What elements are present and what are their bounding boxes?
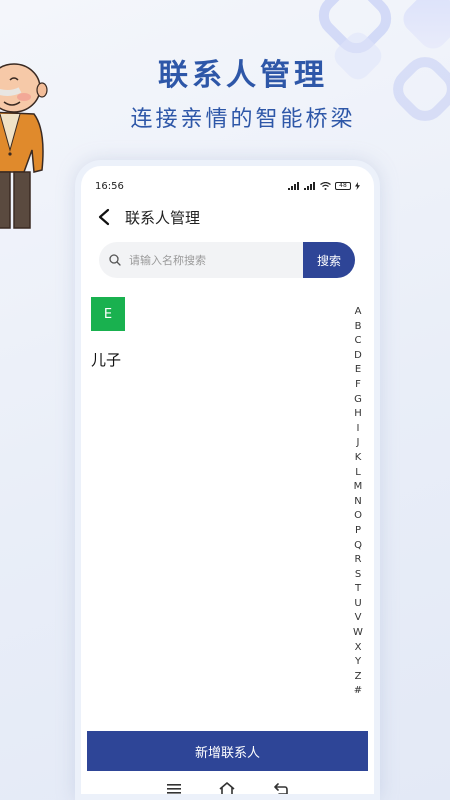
battery-icon: 48: [335, 182, 351, 190]
home-icon[interactable]: [215, 777, 239, 794]
signal-icon: [304, 182, 315, 190]
promo-title: 联系人管理: [158, 58, 328, 93]
index-letter[interactable]: F: [355, 378, 361, 393]
add-contact-button[interactable]: 新增联系人: [87, 731, 368, 771]
search-button[interactable]: 搜索: [303, 242, 355, 278]
chevron-left-icon[interactable]: [93, 206, 115, 228]
charging-icon: [355, 182, 360, 190]
index-letter[interactable]: N: [354, 495, 361, 510]
index-letter[interactable]: P: [355, 524, 361, 539]
status-bar: 16:56 48: [95, 178, 360, 194]
grandpa-illustration: [0, 63, 48, 229]
index-letter[interactable]: G: [354, 393, 362, 408]
index-letter[interactable]: C: [355, 334, 362, 349]
index-letter[interactable]: K: [355, 451, 362, 466]
index-letter[interactable]: Y: [355, 655, 361, 670]
index-letter[interactable]: R: [355, 553, 362, 568]
index-letter[interactable]: U: [354, 597, 361, 612]
status-icons: 48: [288, 182, 360, 190]
index-letter[interactable]: B: [355, 320, 362, 335]
index-letter[interactable]: O: [354, 509, 362, 524]
menu-icon[interactable]: [162, 777, 186, 794]
group-letter-badge: E: [91, 297, 125, 331]
wifi-icon: [320, 182, 331, 190]
search-icon: [109, 254, 121, 266]
index-letter[interactable]: M: [354, 480, 363, 495]
index-letter[interactable]: J: [357, 436, 360, 451]
index-letter[interactable]: W: [353, 626, 363, 641]
index-letter[interactable]: Q: [354, 539, 362, 554]
index-letter[interactable]: X: [355, 641, 362, 656]
index-letter[interactable]: A: [355, 305, 362, 320]
index-letter[interactable]: #: [354, 684, 362, 699]
signal-icon: [288, 182, 299, 190]
index-letter[interactable]: H: [354, 407, 362, 422]
index-letter[interactable]: L: [355, 466, 361, 481]
back-icon[interactable]: [269, 777, 293, 794]
index-letter[interactable]: I: [357, 422, 360, 437]
status-time: 16:56: [95, 180, 124, 192]
index-letter[interactable]: S: [355, 568, 361, 583]
index-letter[interactable]: D: [354, 349, 362, 364]
search-bar: 搜索: [99, 242, 355, 278]
search-field[interactable]: [99, 242, 303, 278]
phone-frame: 16:56 48 联系人管理 搜索 E 儿子 ABCDEFGHIJK: [75, 160, 380, 800]
page-title: 联系人管理: [125, 208, 201, 227]
index-letter[interactable]: T: [355, 582, 361, 597]
index-letter[interactable]: Z: [355, 670, 362, 685]
index-letter[interactable]: E: [355, 363, 361, 378]
alphabet-index[interactable]: A B C D E F G H I J K L M N O P Q R S T U V W X Y Z #: [351, 305, 365, 699]
nav-bar: 联系人管理: [93, 202, 200, 232]
search-input[interactable]: [129, 253, 279, 267]
system-nav-bar: [87, 772, 368, 794]
app-screen: 16:56 48 联系人管理 搜索 E 儿子 ABCDEFGHIJK: [87, 172, 368, 794]
index-letter[interactable]: V: [355, 611, 362, 626]
decor-shape: [397, 0, 450, 55]
contact-item[interactable]: 儿子: [91, 349, 121, 370]
promo-subtitle: 连接亲情的智能桥梁: [130, 107, 356, 132]
